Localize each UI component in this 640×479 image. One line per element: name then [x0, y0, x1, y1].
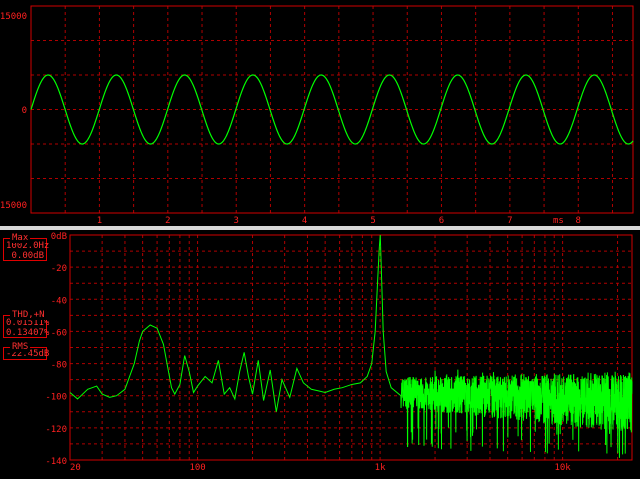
spectrum-y-label: 0dB	[51, 232, 67, 242]
scope-x-tick-label: 2	[165, 216, 170, 226]
max-readout-title: Max	[10, 233, 31, 243]
scope-x-ticks: 1 2 3 4 5 6 7 8	[97, 216, 581, 226]
oscilloscope-plot: 15000 0 -15000 1 2 3 4 5 6 7 8 ms	[0, 5, 634, 226]
spectrum-y-label: -20	[51, 264, 67, 274]
rms-readout[interactable]: RMS -22.45dB	[3, 342, 49, 360]
scope-x-tick-label: 7	[507, 216, 512, 226]
spectrum-y-label: -40	[51, 296, 67, 306]
max-readout[interactable]: Max 1002.0Hz 0.00dB	[3, 233, 49, 261]
scope-x-tick-label: 5	[370, 216, 375, 226]
spectrum-y-label: -100	[45, 393, 67, 403]
spectrum-y-label: -120	[45, 425, 67, 435]
spectrum-trace	[69, 234, 633, 458]
spectrum-panel: 0dB -20 -40 -60 -80 -100 -120 -140 20 100 1k 10k M…	[0, 230, 640, 475]
spectrum-x-label: 10k	[554, 463, 571, 473]
spectrum-x-label: 1k	[375, 463, 386, 473]
scope-x-tick-label: 6	[439, 216, 444, 226]
max-level: 0.00dB	[11, 251, 44, 261]
spectrum-y-label: -60	[51, 328, 67, 338]
scope-x-tick-label: 3	[234, 216, 239, 226]
oscilloscope-panel: 15000 0 -15000 1 2 3 4 5 6 7 8 ms	[0, 0, 640, 226]
scope-y-label-top: 15000	[0, 12, 27, 22]
scope-y-label-mid: 0	[22, 106, 27, 116]
spectrum-y-label: -80	[51, 361, 67, 371]
spectrum-y-label: -140	[45, 457, 67, 467]
spectrum-x-labels: 20 100 1k 10k	[70, 463, 571, 473]
spectrum-plot: 0dB -20 -40 -60 -80 -100 -120 -140 20 100 1k 10k	[45, 232, 633, 473]
scope-x-tick-label: 1	[97, 216, 102, 226]
scope-x-tick-label: 4	[302, 216, 307, 226]
thd-value-2: 0.13407%	[6, 328, 50, 338]
thd-readout-title: THD,+N	[10, 310, 47, 320]
rms-readout-title: RMS	[10, 342, 31, 352]
scope-x-tick-label: 8	[576, 216, 581, 226]
spectrum-x-label: 20	[70, 463, 81, 473]
scope-y-label-bottom: -15000	[0, 201, 27, 211]
thd-readout[interactable]: THD,+N 0.01511% 0.13407%	[3, 310, 50, 338]
scope-x-unit: ms	[553, 216, 564, 226]
spectrum-x-label: 100	[189, 463, 205, 473]
